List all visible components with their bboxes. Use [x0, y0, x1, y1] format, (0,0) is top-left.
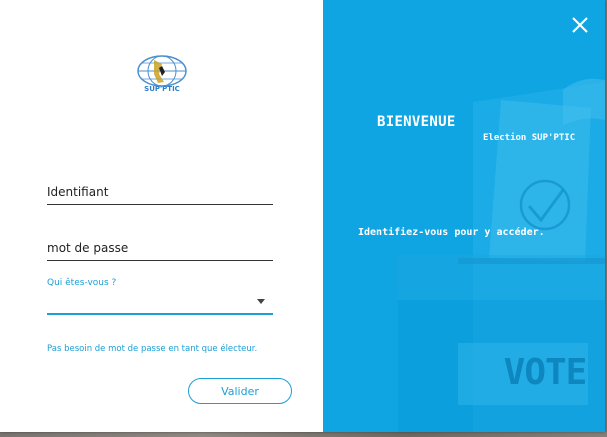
close-icon[interactable]: [569, 14, 591, 36]
login-instruction: Identifiez-vous pour y accéder.: [358, 227, 545, 238]
voter-note: Pas besoin de mot de passe en tant que é…: [47, 344, 258, 354]
election-subtitle: Election SUP'PTIC: [483, 133, 576, 143]
logo: SUP'PTIC: [137, 55, 187, 93]
welcome-title: BIENVENUE: [377, 114, 456, 130]
background-strip: [0, 432, 607, 437]
logo-text: SUP'PTIC: [144, 85, 180, 93]
login-window: SUP'PTIC Identifiant mot de passe Qui êt…: [0, 0, 605, 432]
identifier-input[interactable]: Identifiant: [47, 180, 273, 205]
password-input[interactable]: mot de passe: [47, 236, 273, 261]
login-form-panel: SUP'PTIC Identifiant mot de passe Qui êt…: [0, 0, 323, 432]
vote-sign: VOTE: [503, 352, 588, 393]
chevron-down-icon[interactable]: [257, 299, 265, 304]
role-select[interactable]: [47, 289, 273, 315]
submit-button[interactable]: Valider: [188, 378, 292, 404]
welcome-panel: VOTE: [323, 0, 605, 432]
role-select-label: Qui êtes-vous ?: [47, 278, 117, 288]
